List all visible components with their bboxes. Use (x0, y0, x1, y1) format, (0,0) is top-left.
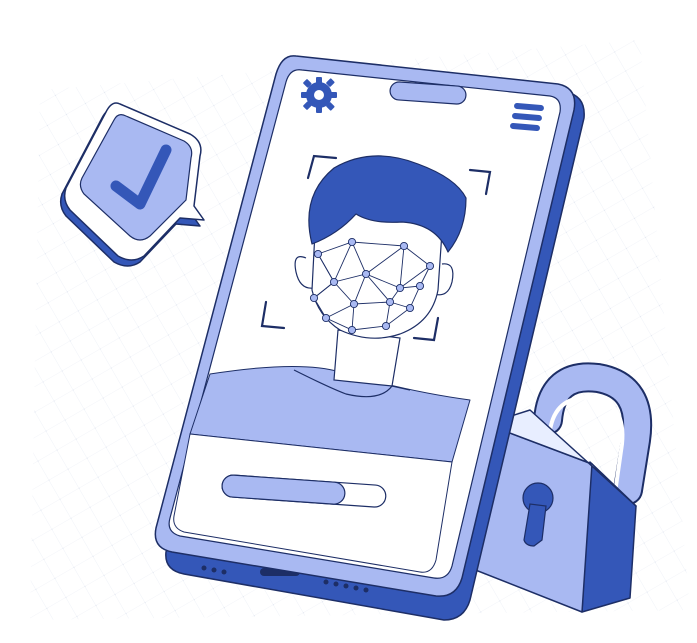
face-id-illustration (30, 40, 690, 621)
gear-icon[interactable] (301, 77, 337, 113)
illustration-stage (0, 0, 697, 643)
menu-icon[interactable] (510, 102, 544, 132)
